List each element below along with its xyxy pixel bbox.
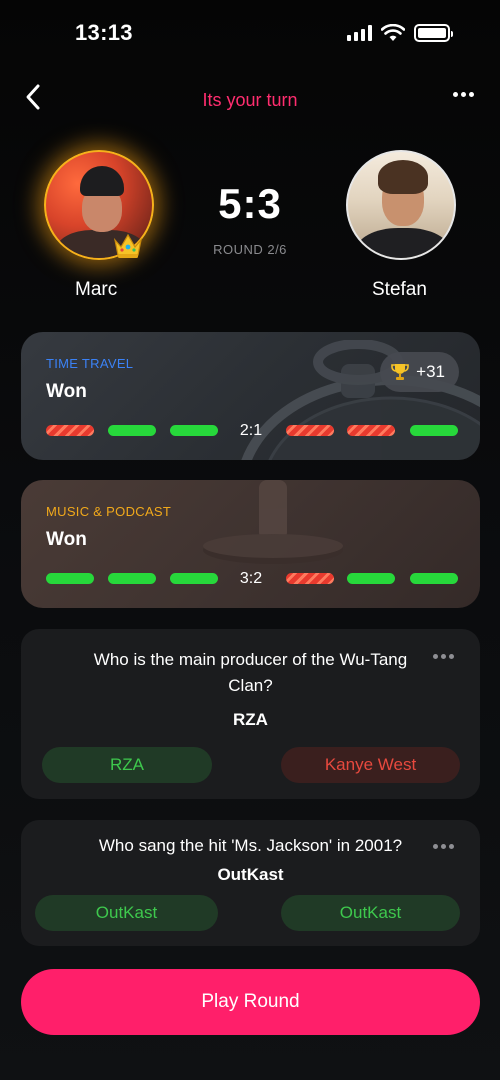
round-bars: 3:2 (46, 570, 458, 587)
player-name-stefan: Stefan (372, 279, 427, 300)
status-icons (347, 24, 453, 42)
status-time: 13:13 (75, 20, 133, 45)
left-round-bar-3-win (170, 573, 218, 584)
player-answer-right: Kanye West (281, 747, 460, 783)
category-card-time-travel[interactable]: TIME TRAVEL Won +31 2:1 (21, 332, 480, 460)
category-score: 2:1 (239, 422, 263, 439)
player-answer-left: OutKast (35, 895, 218, 931)
round-bars: 2:1 (46, 422, 458, 439)
game-screen: 13:13 Its your turn Marc 5:3 ROUND 2/6 S… (0, 0, 500, 1080)
more-icon[interactable] (433, 844, 454, 849)
category-card-music-podcast[interactable]: MUSIC & PODCAST Won 3:2 (21, 480, 480, 608)
category-score: 3:2 (239, 570, 263, 587)
correct-answer: RZA (233, 710, 268, 729)
question-text: Who sang the hit 'Ms. Jackson' in 2001? (98, 836, 403, 855)
right-round-bar-2-win (347, 573, 395, 584)
right-round-bar-2-loss (347, 425, 395, 436)
play-round-button[interactable]: Play Round (21, 969, 480, 1035)
category-result: Won (46, 529, 87, 550)
microphone-image (203, 480, 343, 564)
left-round-bar-1-win (46, 573, 94, 584)
right-round-bar-1-loss (286, 573, 334, 584)
wifi-icon (381, 24, 405, 41)
right-round-bar-1-loss (286, 425, 334, 436)
correct-answer: OutKast (217, 865, 284, 884)
right-round-bar-3-win (410, 425, 458, 436)
question-text: Who is the main producer of the Wu-Tang … (93, 650, 408, 695)
battery-icon (414, 24, 453, 42)
more-icon[interactable] (453, 92, 474, 97)
question-card[interactable]: Who sang the hit 'Ms. Jackson' in 2001? … (21, 820, 480, 946)
left-round-bar-1-loss (46, 425, 94, 436)
avatar-stefan[interactable] (346, 150, 456, 260)
more-icon[interactable] (433, 654, 454, 659)
category-result: Won (46, 381, 87, 402)
trophy-points: +31 (416, 362, 445, 381)
page-title: Its your turn (202, 90, 298, 110)
player-answer-left: RZA (42, 747, 212, 783)
question-card[interactable]: Who is the main producer of the Wu-Tang … (21, 629, 480, 799)
trophy-icon (391, 364, 409, 380)
trophy-badge: +31 (380, 352, 459, 392)
left-round-bar-2-win (108, 573, 156, 584)
category-label: TIME TRAVEL (46, 356, 134, 371)
signal-icon (347, 25, 372, 41)
player-name-marc: Marc (75, 279, 118, 300)
left-round-bar-3-win (170, 425, 218, 436)
category-label: MUSIC & PODCAST (46, 504, 172, 519)
right-round-bar-3-win (410, 573, 458, 584)
player-answer-right: OutKast (281, 895, 460, 931)
left-round-bar-2-win (108, 425, 156, 436)
